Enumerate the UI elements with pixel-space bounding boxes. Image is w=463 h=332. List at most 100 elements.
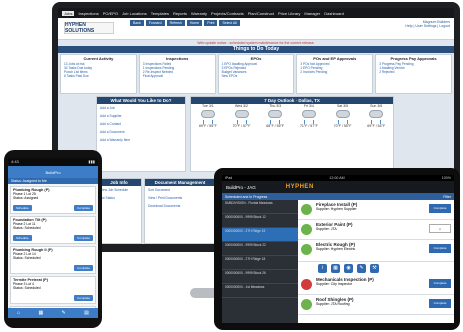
toolbar-tabs: Back Forward Refresh Home Print Select A… <box>130 20 240 26</box>
menu-item[interactable]: Warranty <box>191 11 207 16</box>
weather-day: Sun 3/6 69°F / 54°F <box>367 104 386 128</box>
weather-day: Thu 3/3 68°F / 55°F <box>266 104 285 128</box>
complete-button[interactable]: Complete <box>429 279 451 288</box>
job-row[interactable]: 0000000000 - 9999 Block 12 <box>222 214 298 228</box>
action-link[interactable]: Add a Document <box>97 128 185 136</box>
action-link[interactable]: Add a Contact <box>97 120 185 128</box>
toolbar-button[interactable]: Select All <box>219 20 240 26</box>
action-link[interactable]: Add a Job <box>97 104 185 112</box>
tools-icon[interactable]: ✎ <box>62 310 66 316</box>
calendar-icon[interactable]: ▦ <box>39 310 44 316</box>
phone-app-header: BuildPro <box>8 166 98 178</box>
status-icon <box>301 204 312 215</box>
task-row[interactable]: Roof Shingles (P) Supplier: JTA Roofing … <box>298 295 454 315</box>
status-filter[interactable]: Scheduled and In Progress <box>225 195 267 199</box>
tablet-app-bar: BuildPro - JAG HYPHEN <box>222 181 454 193</box>
document-link[interactable]: Download Documents <box>145 202 215 210</box>
tablet-brand-logo: HYPHEN <box>285 184 314 190</box>
menu-item[interactable]: PO/EPO <box>103 11 118 16</box>
camera-icon[interactable]: ◉ <box>344 264 353 273</box>
menu-item[interactable]: Price Library <box>278 11 300 16</box>
warning-icon[interactable]: ⚠ <box>429 224 451 233</box>
job-row[interactable]: 0000000000 - 9999 Block 22 <box>222 242 298 256</box>
weather-days: Tue 3/1 69°F / 55°F Wed 3/2 70°F / 57°F Th… <box>191 104 393 128</box>
filter-button[interactable]: Filter <box>443 195 451 199</box>
document-link[interactable]: Sort Document <box>145 186 215 194</box>
menu-item[interactable]: Dashboard <box>324 11 344 16</box>
complete-button[interactable]: Complete <box>74 235 93 241</box>
todo-column: Current Activity 13 Jobs at risk 34 Task… <box>60 54 137 94</box>
weather-panel: 7 Day Outlook · Dallas, TX Tue 3/1 69°F /… <box>190 96 394 172</box>
phone-screen: 4:43 ▮▮▮ BuildPro Status: Assigned to Me… <box>8 158 98 318</box>
home-icon[interactable]: ⌂ <box>17 310 20 316</box>
complete-button[interactable]: Complete <box>74 205 93 211</box>
todo-column: Inspections 3 Inspections Failed 1 Inspe… <box>138 54 216 94</box>
wrench-icon[interactable]: ⚒ <box>370 264 379 273</box>
job-row[interactable]: 0000000000 - 2TH Ridge 18 <box>222 256 298 270</box>
status-icon <box>301 279 312 290</box>
todo-link[interactable]: 6 Tasks Past Due <box>61 74 136 78</box>
phone-filter[interactable]: Status: Assigned to Me <box>8 178 98 184</box>
complete-button[interactable]: Complete <box>429 244 451 253</box>
phone-status-bar: 4:43 ▮▮▮ <box>8 158 98 166</box>
toolbar-button[interactable]: Forward <box>145 20 165 26</box>
document-link[interactable]: View / Print Documents <box>145 194 215 202</box>
complete-button[interactable]: Complete <box>74 265 93 271</box>
todo-column: Progress Pay Approvals 3 Progress Pay Pe… <box>375 54 452 94</box>
action-link[interactable]: Add a Supplier <box>97 112 185 120</box>
column-title: Inspections <box>166 56 189 61</box>
top-menu: Jobs Inspections PO/EPO Job Locations Te… <box>58 8 454 18</box>
task-row[interactable]: Electric Rough (P) Supplier: Hyphen Elec… <box>298 240 454 262</box>
menu-item[interactable]: Projects/Contracts <box>211 11 244 16</box>
complete-button[interactable]: Complete <box>74 295 93 301</box>
tablet-task-list: Fireplace Install (P) Supplier: Hyphen S… <box>298 200 454 323</box>
schedule-button[interactable]: Schedule <box>13 235 32 241</box>
menu-item[interactable]: Reports <box>173 11 187 16</box>
toolbar-button[interactable]: Print <box>204 20 218 26</box>
document-icon[interactable]: ▤ <box>84 310 89 316</box>
menu-item[interactable]: Manager <box>304 11 320 16</box>
job-link[interactable]: View Job Schedule <box>97 186 141 194</box>
info-icon[interactable]: i <box>318 264 327 273</box>
status-icon <box>301 299 312 310</box>
task-card[interactable]: Termite Pretreat (P) Phase 3 Lot 4 Statu… <box>10 276 96 304</box>
job-row[interactable]: 0000000000 - 1st Meadows <box>222 284 298 298</box>
todo-link[interactable]: 2 Rejected <box>376 70 451 74</box>
task-row[interactable]: Fireplace Install (P) Supplier: Hyphen S… <box>298 200 454 220</box>
task-line: Status: Scheduled <box>13 286 41 290</box>
task-row[interactable]: Exterior Paint (P) Supplier: JTA ⚠ <box>298 220 454 240</box>
column-title: Current Activity <box>83 56 114 61</box>
note-icon[interactable]: ✎ <box>357 264 366 273</box>
toolbar-button[interactable]: Home <box>186 20 203 26</box>
todo-link[interactable]: 2 Invoices Pending <box>297 70 372 74</box>
todo-link[interactable]: Final Approval <box>140 74 215 78</box>
menu-item[interactable]: Plan/Construct <box>248 11 274 16</box>
column-title: Progress Pay Approvals <box>390 56 437 61</box>
complete-button[interactable]: Complete <box>429 299 451 308</box>
cloud-icon <box>335 110 350 118</box>
calendar-icon[interactable]: ▦ <box>331 264 340 273</box>
job-row[interactable]: 0000000000 - 9999 Block 26 <box>222 270 298 284</box>
user-links[interactable]: Help | User Settings | Logout <box>405 24 450 28</box>
phone-time: 4:43 <box>11 159 19 164</box>
menu-item[interactable]: Job Locations <box>122 11 147 16</box>
todo-column: EPOs 1 EPO Awaiting Approval 3 EPOs Reje… <box>217 54 295 94</box>
job-row[interactable]: SUBDIVISION - Florida Meadows <box>222 200 298 214</box>
task-card[interactable]: Foundation Tilt (P) Phase 2 Lot 11 Statu… <box>10 216 96 244</box>
menu-item[interactable]: Templates <box>151 11 169 16</box>
menu-item[interactable]: Inspections <box>78 11 98 16</box>
complete-button[interactable]: Complete <box>429 204 451 213</box>
task-row[interactable]: Mechanicals Inspection (P) Supplier: Cit… <box>298 275 454 295</box>
menu-item[interactable]: Jobs <box>62 10 75 16</box>
todo-link[interactable]: New EPOs <box>219 74 294 78</box>
toolbar-button[interactable]: Refresh <box>166 20 185 26</box>
schedule-button[interactable]: Schedule <box>13 205 32 211</box>
task-card[interactable]: Plumbing Rough (P) Phase 1 Lot 25 Status… <box>10 186 96 214</box>
document-management-panel: Document Management Sort Document View /… <box>144 178 216 244</box>
action-link[interactable]: Add a Warranty Item <box>97 136 185 144</box>
task-line: Status: Scheduled <box>13 226 41 230</box>
job-row[interactable]: 0000000000 - 2TH Ridge 15 <box>222 228 298 242</box>
toolbar-button[interactable]: Back <box>130 20 144 26</box>
task-card[interactable]: Plumbing Rough II (P) Phase 2 Lot 14 Sta… <box>10 246 96 274</box>
job-link[interactable]: Lot Status <box>97 194 141 202</box>
